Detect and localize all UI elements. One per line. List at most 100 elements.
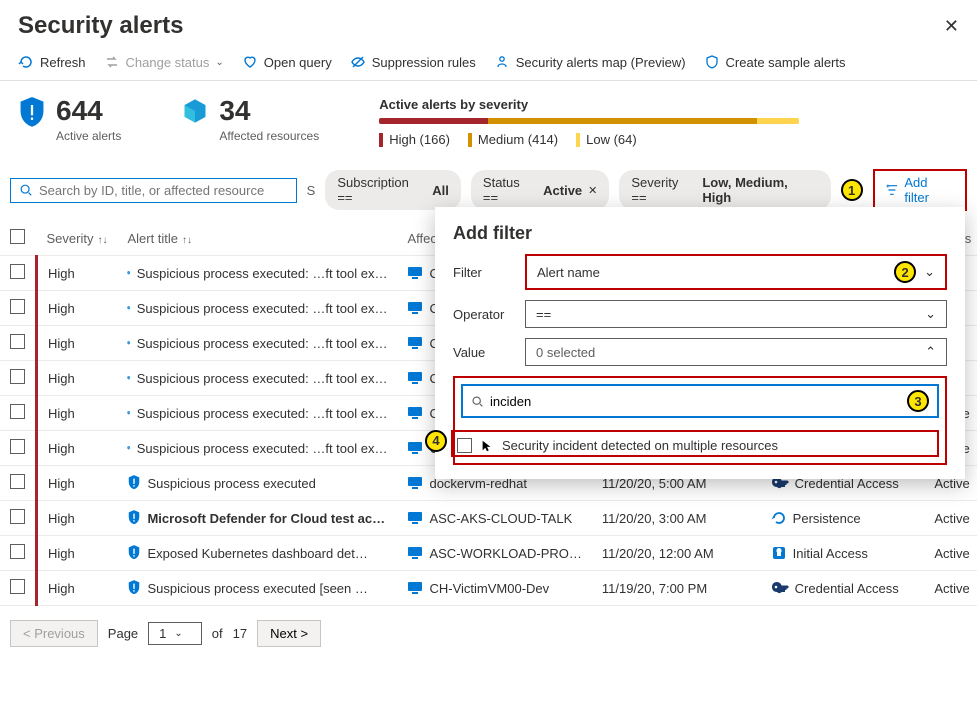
cell-title: Suspicious process executed: …ft tool ex… [117, 291, 397, 326]
cell-title: Suspicious process executed: …ft tool ex… [117, 431, 397, 466]
row-checkbox[interactable] [10, 334, 25, 349]
chevron-down-icon: ⌄ [925, 306, 936, 322]
row-checkbox[interactable] [10, 544, 25, 559]
cell-resource: ASC-WORKLOAD-PRO… [397, 536, 591, 571]
legend-low: Low (64) [586, 132, 637, 147]
affected-count: 34 [219, 97, 319, 125]
cell-severity: High [37, 571, 118, 606]
value-label: Value [453, 345, 513, 360]
refresh-button[interactable]: Refresh [18, 54, 86, 70]
severity-title: Active alerts by severity [379, 97, 959, 112]
cell-resource: CH-VictimVM00-Dev [397, 571, 591, 606]
table-row[interactable]: HighMicrosoft Defender for Cloud test ac… [0, 501, 977, 536]
cell-severity: High [37, 256, 118, 291]
sort-icon: ↑↓ [97, 235, 107, 246]
active-alerts-count: 644 [56, 97, 121, 125]
add-filter-button[interactable]: + Add filter [873, 169, 967, 211]
summary-row: 644 Active alerts 34 Affected resources … [0, 81, 977, 165]
callout-3: 3 [907, 390, 929, 412]
close-icon[interactable]: ✕ [588, 184, 597, 197]
suppression-button[interactable]: Suppression rules [350, 54, 476, 70]
search-input-wrap[interactable] [10, 178, 297, 203]
prev-button[interactable]: < Previous [10, 620, 98, 647]
checkbox[interactable] [457, 438, 472, 453]
search-icon [471, 395, 484, 408]
row-checkbox[interactable] [10, 579, 25, 594]
row-checkbox[interactable] [10, 299, 25, 314]
cell-title: Exposed Kubernetes dashboard det… [117, 536, 397, 571]
row-checkbox[interactable] [10, 404, 25, 419]
heart-icon [242, 54, 258, 70]
row-checkbox[interactable] [10, 509, 25, 524]
cell-title: Suspicious process executed: …ft tool ex… [117, 361, 397, 396]
cell-severity: High [37, 536, 118, 571]
pager: < Previous Page 1⌄ of 17 Next > [0, 606, 977, 661]
cell-tactics: Persistence [761, 501, 925, 536]
swap-icon [104, 54, 120, 70]
cell-title: Suspicious process executed: …ft tool ex… [117, 396, 397, 431]
cell-title: Microsoft Defender for Cloud test ac… [117, 501, 397, 536]
value-select[interactable]: 0 selected⌃ [525, 338, 947, 366]
affected-resources-stat: 34 Affected resources [181, 97, 319, 147]
alerts-map-button[interactable]: Security alerts map (Preview) [494, 54, 686, 70]
chevron-up-icon: ⌃ [925, 344, 936, 360]
shield-add-icon [704, 54, 720, 70]
next-button[interactable]: Next > [257, 620, 321, 647]
cell-severity: High [37, 361, 118, 396]
chip-status[interactable]: Status == Active✕ [471, 170, 609, 210]
row-checkbox[interactable] [10, 264, 25, 279]
svg-text:+: + [885, 183, 889, 190]
cell-severity: High [37, 396, 118, 431]
sort-icon: ↑↓ [182, 235, 192, 246]
page-label: Page [108, 626, 138, 641]
filter-row: S Subscription == All Status == Active✕ … [0, 165, 977, 221]
page-total: 17 [233, 626, 247, 641]
callout-2: 2 [894, 261, 916, 283]
cell-resource: ASC-AKS-CLOUD-TALK [397, 501, 591, 536]
chip-severity[interactable]: Severity == Low, Medium, High [619, 170, 830, 210]
cursor-icon [480, 439, 494, 453]
filter-add-icon: + [885, 183, 899, 197]
row-checkbox[interactable] [10, 369, 25, 384]
change-status-button[interactable]: Change status ⌄ [104, 54, 224, 70]
cell-title: Suspicious process executed [seen … [117, 571, 397, 606]
toolbar: Refresh Change status ⌄ Open query Suppr… [0, 48, 977, 81]
value-dropdown: 3 4 Security incident detected on multip… [453, 376, 947, 465]
cell-time: 11/20/20, 3:00 AM [592, 501, 761, 536]
search-input[interactable] [39, 183, 288, 198]
cell-time: 11/19/20, 7:00 PM [592, 571, 761, 606]
cell-severity: High [37, 431, 118, 466]
sample-alerts-button[interactable]: Create sample alerts [704, 54, 846, 70]
shield-exclaim-icon [18, 97, 46, 129]
col-title[interactable]: Alert title↑↓ [117, 221, 397, 256]
select-all-checkbox[interactable] [10, 229, 25, 244]
severity-block: Active alerts by severity High (166) Med… [379, 97, 959, 147]
affected-label: Affected resources [219, 129, 319, 143]
cell-status: Active [924, 571, 977, 606]
table-row[interactable]: HighExposed Kubernetes dashboard det…ASC… [0, 536, 977, 571]
filter-select[interactable]: Alert name 2⌄ [525, 254, 947, 290]
chevron-down-icon: ⌄ [174, 628, 182, 639]
col-severity[interactable]: Severity↑↓ [37, 221, 118, 256]
row-checkbox[interactable] [10, 474, 25, 489]
cell-severity: High [37, 326, 118, 361]
chip-subscription[interactable]: Subscription == All [325, 170, 461, 210]
close-icon[interactable]: ✕ [944, 16, 959, 37]
cell-title: Suspicious process executed: …ft tool ex… [117, 326, 397, 361]
operator-select[interactable]: ==⌄ [525, 300, 947, 328]
open-query-button[interactable]: Open query [242, 54, 332, 70]
active-alerts-label: Active alerts [56, 129, 121, 143]
row-checkbox[interactable] [10, 439, 25, 454]
cell-severity: High [37, 291, 118, 326]
cell-severity: High [37, 466, 118, 501]
page-title: Security alerts [18, 12, 183, 40]
value-search-input[interactable] [490, 394, 901, 409]
value-option[interactable]: Security incident detected on multiple r… [451, 430, 939, 457]
filter-label: Filter [453, 265, 513, 280]
table-row[interactable]: HighSuspicious process executed [seen …C… [0, 571, 977, 606]
value-search-wrap[interactable]: 3 [461, 384, 939, 418]
page-select[interactable]: 1⌄ [148, 622, 202, 645]
refresh-icon [18, 54, 34, 70]
search-icon [19, 183, 33, 197]
legend-high: High (166) [389, 132, 450, 147]
